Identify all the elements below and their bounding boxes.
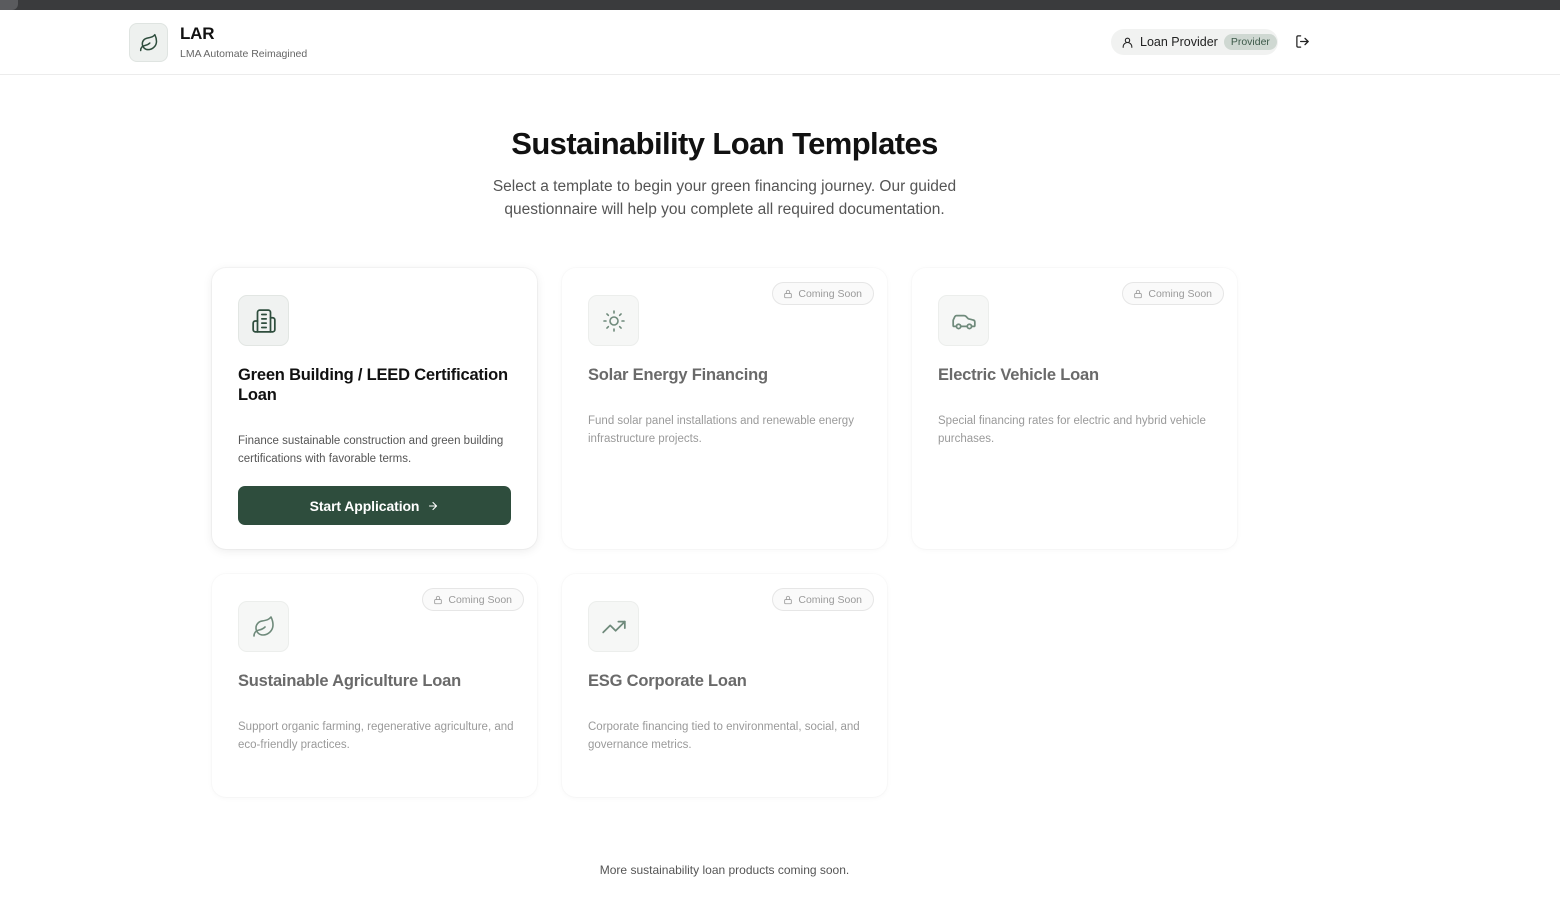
coming-soon-label: Coming Soon bbox=[798, 593, 862, 606]
template-card-electric-vehicle: Coming Soon Electric Vehicle Loan Specia… bbox=[912, 268, 1237, 549]
page-hero: Sustainability Loan Templates Select a t… bbox=[0, 125, 1449, 221]
leaf-icon bbox=[252, 615, 274, 637]
logout-icon bbox=[1296, 35, 1309, 48]
user-menu[interactable]: Loan Provider Provider bbox=[1111, 29, 1278, 55]
page-subtitle: Select a template to begin your green fi… bbox=[492, 178, 957, 218]
lock-icon bbox=[784, 595, 793, 604]
template-title: Sustainable Agriculture Loan bbox=[238, 672, 461, 690]
sun-icon bbox=[602, 309, 625, 332]
template-description: Support organic farming, regenerative ag… bbox=[238, 721, 514, 751]
template-title: ESG Corporate Loan bbox=[588, 672, 747, 690]
lock-icon bbox=[784, 289, 793, 298]
logout-button[interactable] bbox=[1295, 34, 1311, 50]
coming-soon-label: Coming Soon bbox=[1148, 287, 1212, 300]
app-name: LAR bbox=[180, 24, 215, 43]
start-application-button[interactable]: Start Application bbox=[238, 486, 511, 525]
template-icon-box bbox=[238, 295, 289, 346]
template-icon-box bbox=[938, 295, 989, 346]
app-subtitle: LMA Automate Reimagined bbox=[180, 48, 308, 60]
user-icon bbox=[1122, 37, 1133, 48]
template-card-esg-corporate: Coming Soon ESG Corporate Loan Corporate… bbox=[562, 574, 887, 797]
page-title: Sustainability Loan Templates bbox=[511, 126, 938, 161]
start-application-label: Start Application bbox=[309, 497, 420, 514]
user-name: Loan Provider bbox=[1140, 35, 1218, 49]
leaf-icon bbox=[139, 33, 157, 51]
template-card-solar: Coming Soon Solar Energy Financing Fund … bbox=[562, 268, 887, 549]
building-icon bbox=[251, 308, 276, 333]
footer-note: More sustainability loan products coming… bbox=[599, 863, 850, 877]
trending-up-icon bbox=[601, 620, 626, 633]
template-description: Corporate financing tied to environmenta… bbox=[588, 721, 860, 751]
lock-icon bbox=[1134, 289, 1143, 298]
template-description: Finance sustainable construction and gre… bbox=[238, 435, 504, 465]
logo bbox=[129, 23, 168, 62]
template-title: Solar Energy Financing bbox=[588, 366, 768, 384]
coming-soon-badge: Coming Soon bbox=[772, 282, 874, 305]
template-title: Green Building / LEED Certification Loan bbox=[238, 366, 508, 404]
coming-soon-badge: Coming Soon bbox=[1122, 282, 1224, 305]
template-description: Fund solar panel installations and renew… bbox=[588, 415, 854, 445]
coming-soon-badge: Coming Soon bbox=[772, 588, 874, 611]
car-icon bbox=[951, 314, 976, 329]
role-badge: Provider bbox=[1223, 34, 1277, 50]
browser-tab-nub bbox=[0, 0, 18, 10]
browser-top-bar bbox=[0, 0, 1560, 10]
template-icon-box bbox=[238, 601, 289, 652]
app-header: LAR LMA Automate Reimagined Loan Provide… bbox=[0, 10, 1560, 75]
template-card-sustainable-agriculture: Coming Soon Sustainable Agriculture Loan… bbox=[212, 574, 537, 797]
template-icon-box bbox=[588, 295, 639, 346]
brand[interactable]: LAR LMA Automate Reimagined bbox=[129, 23, 307, 62]
template-card-green-building[interactable]: Green Building / LEED Certification Loan… bbox=[212, 268, 537, 549]
arrow-right-icon bbox=[429, 501, 438, 510]
template-icon-box bbox=[588, 601, 639, 652]
coming-soon-badge: Coming Soon bbox=[422, 588, 524, 611]
template-description: Special financing rates for electric and… bbox=[938, 415, 1206, 445]
coming-soon-label: Coming Soon bbox=[798, 287, 862, 300]
template-title: Electric Vehicle Loan bbox=[938, 366, 1099, 384]
coming-soon-label: Coming Soon bbox=[448, 593, 512, 606]
lock-icon bbox=[434, 595, 443, 604]
